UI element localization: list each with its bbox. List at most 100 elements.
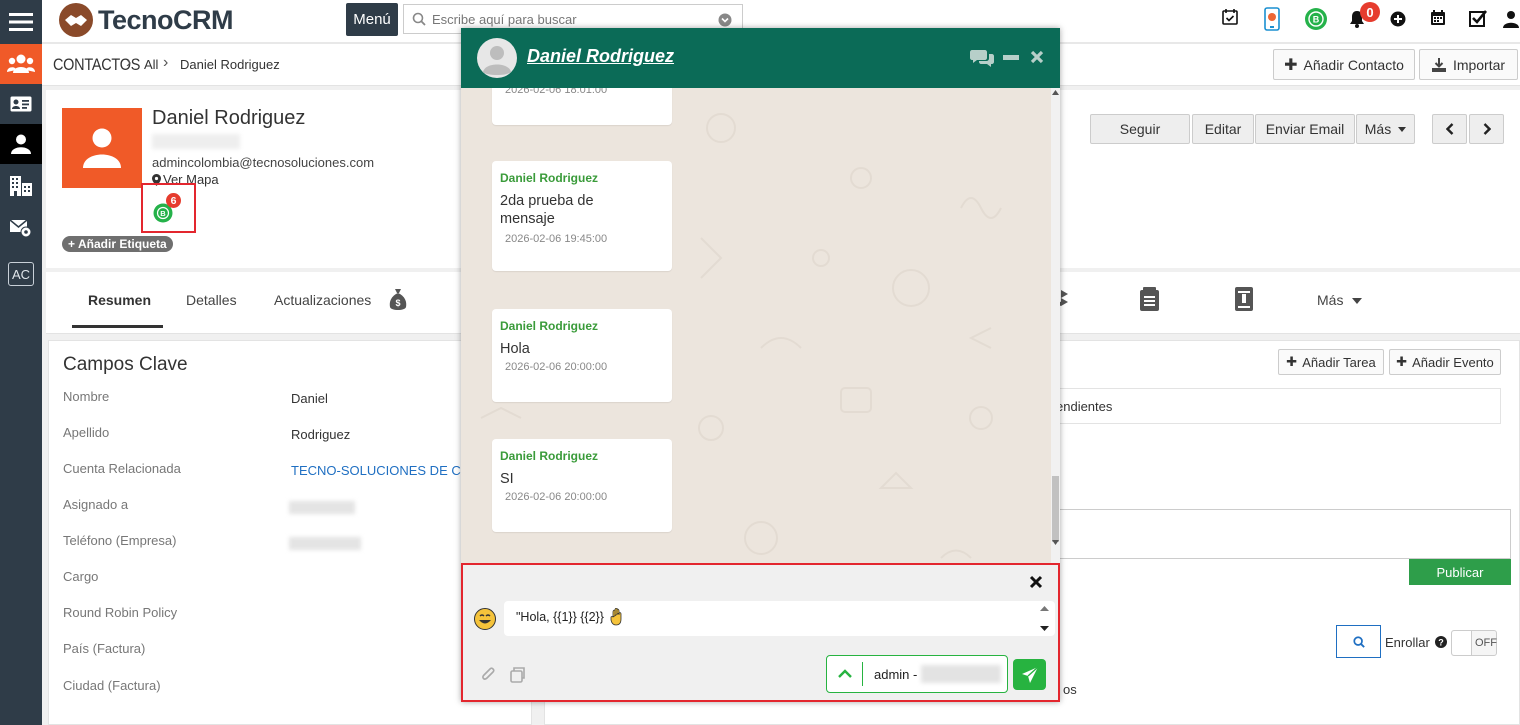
whatsapp-chat-window: Daniel Rodriguez 2026-02-06 18:01:00 Dan… (461, 28, 1060, 702)
contact-name: Daniel Rodriguez (152, 107, 306, 129)
previous-record-button[interactable] (1432, 114, 1467, 144)
field-label: Ciudad (Factura) (63, 678, 161, 693)
paperclip-icon[interactable] (480, 666, 497, 683)
waving-hand-icon (610, 608, 622, 626)
close-template-icon[interactable] (1029, 575, 1043, 589)
import-button[interactable]: Importar (1419, 49, 1518, 80)
toggle-state: OFF (1475, 637, 1497, 649)
close-icon[interactable] (1030, 50, 1044, 64)
chat-contact-name[interactable]: Daniel Rodriguez (527, 46, 674, 67)
plus-icon: ✚ (1286, 354, 1298, 369)
user-profile-icon[interactable] (1503, 10, 1519, 28)
footer-text: os (1063, 682, 1077, 697)
field-label: País (Factura) (63, 641, 146, 656)
chevron-right-icon (1483, 123, 1491, 135)
message-sender: Daniel Rodriguez (500, 319, 599, 333)
field-value-last-name[interactable]: Rodriguez (291, 427, 350, 442)
tab-details[interactable]: Detalles (186, 292, 237, 308)
message-sender: Daniel Rodriguez (500, 171, 599, 185)
contact-avatar-icon[interactable] (477, 38, 517, 78)
sender-label: admin - (874, 667, 918, 682)
sidebar-item-contacts-group[interactable] (0, 44, 42, 84)
send-button[interactable] (1013, 659, 1046, 690)
field-label: Asignado a (63, 497, 129, 512)
search-placeholder: Escribe aquí para buscar (432, 11, 577, 27)
task-checkbox-icon[interactable] (1469, 9, 1488, 27)
conversations-icon[interactable] (970, 48, 994, 68)
pending-activities-text: endientes (1056, 399, 1113, 414)
message-input-text: "Hola, {{1}} {{2}} (516, 610, 604, 624)
field-label: Round Robin Policy (63, 605, 178, 620)
main-menu-button[interactable]: Menú (346, 3, 398, 36)
add-task-label: Añadir Tarea (1302, 354, 1376, 370)
contact-email[interactable]: admincolombia@tecnosoluciones.com (152, 155, 374, 170)
message-timestamp: 2026-02-06 20:00:00 (505, 491, 608, 503)
blurred-value (289, 501, 355, 514)
sidebar-item-organizations[interactable] (0, 166, 42, 206)
money-bag-icon[interactable]: $ (389, 288, 407, 312)
tab-more[interactable]: Más (1317, 292, 1343, 308)
minimize-icon[interactable] (1003, 55, 1019, 60)
search-icon (1352, 635, 1365, 648)
tab-updates[interactable]: Actualizaciones (274, 292, 371, 308)
publish-button[interactable]: Publicar (1409, 559, 1511, 585)
chevron-up-icon (838, 669, 852, 678)
input-scroll-arrows-icon[interactable] (1040, 605, 1049, 632)
enroll-toggle[interactable]: OFF (1451, 630, 1497, 656)
edit-button[interactable]: Editar (1192, 114, 1254, 144)
add-task-button[interactable]: ✚ Añadir Tarea (1278, 349, 1384, 375)
sidebar-item-mail-settings[interactable] (0, 208, 42, 248)
calendar-check-icon[interactable] (1221, 8, 1239, 26)
whatsapp-business-icon[interactable]: B (1304, 7, 1328, 31)
message-input[interactable]: "Hola, {{1}} {{2}} (504, 601, 1055, 636)
brand-logo[interactable]: TecnoCRM (58, 2, 234, 38)
divider (862, 662, 863, 686)
chat-scrollbar[interactable] (1051, 88, 1060, 593)
contact-card-icon (10, 96, 32, 112)
sender-selector[interactable]: admin - (826, 655, 1008, 693)
mobile-sync-icon[interactable] (1261, 6, 1285, 32)
breadcrumb-all[interactable]: All (144, 57, 158, 72)
calendar-icon[interactable] (1430, 9, 1446, 26)
comment-textarea[interactable] (1045, 509, 1511, 559)
add-contact-button[interactable]: ✚ Añadir Contacto (1273, 49, 1415, 80)
scroll-up-icon[interactable] (1052, 90, 1059, 95)
next-record-button[interactable] (1469, 114, 1504, 144)
id-badge-icon[interactable] (1235, 287, 1253, 311)
field-label: Cargo (63, 569, 99, 584)
tab-summary[interactable]: Resumen (88, 292, 151, 308)
templates-icon[interactable] (509, 666, 526, 683)
chat-message: Daniel Rodriguez SI 2026-02-06 20:00:00 (492, 439, 672, 532)
svg-text:$: $ (395, 298, 400, 308)
add-tag-label: Añadir Etiqueta (78, 237, 167, 251)
chat-message: Daniel Rodriguez 2da prueba de mensaje 2… (492, 161, 672, 271)
chat-messages-area: 2026-02-06 18:01:00 Daniel Rodriguez 2da… (461, 88, 1051, 593)
scrollbar-thumb[interactable] (1052, 476, 1059, 542)
caret-down-icon (1398, 126, 1407, 132)
emoji-icon[interactable] (474, 608, 496, 630)
search-button[interactable] (1336, 625, 1381, 658)
field-value-related-account[interactable]: TECNO-SOLUCIONES DE COLO (291, 463, 488, 478)
chevron-down-circle-icon[interactable] (718, 13, 732, 27)
add-tag-button[interactable]: + Añadir Etiqueta (62, 236, 173, 252)
hamburger-menu-icon[interactable] (0, 0, 42, 44)
scroll-down-icon[interactable] (1052, 540, 1059, 545)
help-icon[interactable]: ? (1435, 636, 1447, 648)
person-icon (11, 134, 31, 154)
plus-circle-icon[interactable] (1390, 11, 1406, 27)
send-email-button[interactable]: Enviar Email (1255, 114, 1355, 144)
sidebar-item-ac[interactable]: AC (8, 262, 34, 286)
blurred-value (289, 537, 361, 550)
contact-avatar[interactable] (62, 108, 142, 188)
mail-settings-icon (10, 219, 32, 237)
sidebar-item-person[interactable] (0, 124, 42, 164)
field-value-first-name[interactable]: Daniel (291, 391, 328, 406)
add-event-button[interactable]: ✚ Añadir Evento (1389, 349, 1501, 375)
blurred-sender-number (921, 665, 1001, 683)
document-icon[interactable] (1140, 287, 1159, 311)
follow-button[interactable]: Seguir (1090, 114, 1190, 144)
message-text: Hola (500, 341, 530, 357)
more-actions-button[interactable]: Más (1356, 114, 1415, 144)
sidebar-item-contact-card[interactable] (0, 84, 42, 124)
contacts-group-icon (7, 54, 35, 73)
